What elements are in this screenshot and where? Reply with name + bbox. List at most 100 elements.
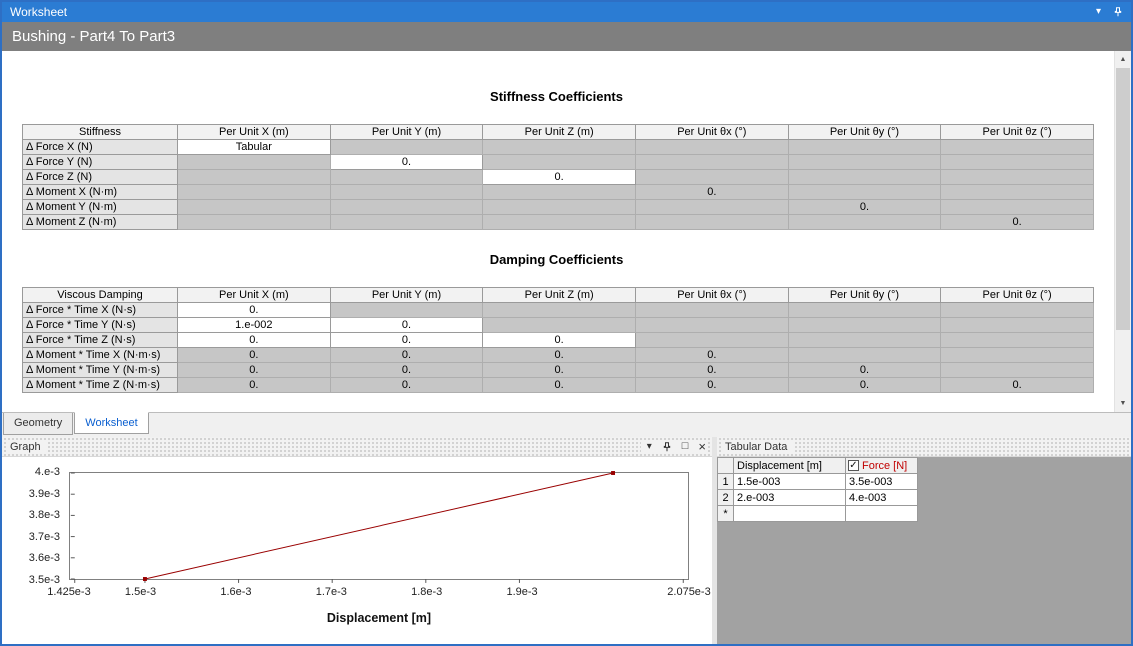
stiffness-table: StiffnessPer Unit X (m)Per Unit Y (m)Per… xyxy=(22,124,1094,230)
row-label: Δ Force * Time Z (N·s) xyxy=(23,333,178,348)
coeff-row: Δ Force * Time Z (N·s)0.0.0. xyxy=(23,333,1094,348)
force-displacement-chart: 4.e-33.9e-33.8e-33.7e-33.6e-33.5e-3 1.42… xyxy=(2,457,712,644)
scroll-down-button[interactable]: ▼ xyxy=(1115,395,1131,412)
coeff-cell-disabled xyxy=(330,140,483,155)
tabular-data-panel: Tabular Data Displacement [m] ✓ Force [N… xyxy=(717,437,1131,644)
window-position-menu-icon[interactable]: ▾ xyxy=(1096,7,1101,17)
tab-worksheet[interactable]: Worksheet xyxy=(74,412,148,434)
tabular-header-row: Displacement [m] ✓ Force [N] xyxy=(718,458,918,474)
force-checkbox[interactable]: ✓ xyxy=(848,460,859,471)
row-number[interactable]: * xyxy=(718,506,734,522)
graph-close-icon[interactable]: × xyxy=(698,440,706,453)
column-header: Per Unit X (m) xyxy=(178,288,331,303)
coeff-cell-disabled xyxy=(330,185,483,200)
coeff-cell-disabled xyxy=(635,170,788,185)
chart-line xyxy=(145,473,613,579)
column-header: Per Unit θz (°) xyxy=(941,125,1094,140)
coeff-cell-disabled: 0. xyxy=(788,200,941,215)
x-tick-label: 1.7e-3 xyxy=(316,586,347,598)
coeff-cell-disabled xyxy=(483,155,636,170)
auto-hide-pin-icon[interactable] xyxy=(1113,7,1123,17)
pin-icon xyxy=(1113,7,1123,17)
scrollbar-thumb[interactable] xyxy=(1116,68,1130,330)
column-header: Per Unit θy (°) xyxy=(788,125,941,140)
column-header-force[interactable]: ✓ Force [N] xyxy=(846,458,918,474)
coeff-cell-disabled xyxy=(178,185,331,200)
graph-plot-svg xyxy=(70,473,688,579)
graph-maximize-icon[interactable]: □ xyxy=(682,441,689,452)
vertical-scrollbar[interactable]: ▲ ▼ xyxy=(1114,51,1131,412)
coeff-cell-disabled xyxy=(483,200,636,215)
row-label: Δ Force Z (N) xyxy=(23,170,178,185)
data-cell[interactable]: 1.5e-003 xyxy=(734,474,846,490)
coeff-row: Δ Moment Y (N·m)0. xyxy=(23,200,1094,215)
graph-panel-title: Graph xyxy=(8,441,47,453)
coeff-cell-editable[interactable]: Tabular xyxy=(178,140,331,155)
scrollbar-track[interactable] xyxy=(1115,68,1131,395)
coeff-cell-disabled xyxy=(941,185,1094,200)
coeff-cell-disabled xyxy=(178,170,331,185)
coeff-cell-disabled: 0. xyxy=(330,378,483,393)
graph-menu-chevron-icon[interactable]: ▾ xyxy=(647,442,652,452)
y-tick-label: 3.9e-3 xyxy=(29,488,60,500)
coeff-cell-disabled xyxy=(635,318,788,333)
coeff-cell-disabled xyxy=(788,140,941,155)
coeff-cell-disabled xyxy=(330,303,483,318)
tab-geometry[interactable]: Geometry xyxy=(3,413,73,435)
coeff-cell-editable[interactable]: 0. xyxy=(483,170,636,185)
coeff-cell-editable[interactable]: 0. xyxy=(330,318,483,333)
scroll-up-button[interactable]: ▲ xyxy=(1115,51,1131,68)
coeff-cell-disabled: 0. xyxy=(178,348,331,363)
row-label: Δ Force * Time X (N·s) xyxy=(23,303,178,318)
graph-pin-icon[interactable] xyxy=(662,442,672,452)
bottom-dock-area: Graph ▾ □ × 4.e-33.9e-33.8e-33.7e-33.6e-… xyxy=(2,437,1131,644)
coeff-cell-disabled xyxy=(788,170,941,185)
coeff-cell-disabled xyxy=(178,155,331,170)
coeff-cell-editable[interactable]: 0. xyxy=(483,333,636,348)
graph-panel: Graph ▾ □ × 4.e-33.9e-33.8e-33.7e-33.6e-… xyxy=(2,437,712,644)
x-tick-label: 1.5e-3 xyxy=(125,586,156,598)
row-label: Δ Moment X (N·m) xyxy=(23,185,178,200)
data-cell[interactable]: 4.e-003 xyxy=(846,490,918,506)
data-cell[interactable]: 3.5e-003 xyxy=(846,474,918,490)
data-cell[interactable] xyxy=(734,506,846,522)
column-header: Per Unit θx (°) xyxy=(635,288,788,303)
coeff-cell-editable[interactable]: 0. xyxy=(330,333,483,348)
coeff-cell-disabled xyxy=(941,348,1094,363)
coeff-cell-disabled: 0. xyxy=(941,378,1094,393)
data-cell[interactable]: 2.e-003 xyxy=(734,490,846,506)
view-tabbar: Geometry Worksheet xyxy=(2,412,1131,437)
x-tick-label: 1.425e-3 xyxy=(47,586,90,598)
coeff-cell-disabled xyxy=(941,200,1094,215)
coeff-cell-disabled xyxy=(941,155,1094,170)
coeff-cell-disabled: 0. xyxy=(635,363,788,378)
row-number[interactable]: 2 xyxy=(718,490,734,506)
coeff-cell-disabled xyxy=(330,200,483,215)
coeff-cell-disabled xyxy=(788,348,941,363)
worksheet-window: Worksheet ▾ Bushing - Part4 To Part3 Sti… xyxy=(0,0,1133,646)
column-header: Per Unit Z (m) xyxy=(483,288,636,303)
coeff-cell-editable[interactable]: 0. xyxy=(178,303,331,318)
coeff-cell-editable[interactable]: 0. xyxy=(330,155,483,170)
corner-cell xyxy=(718,458,734,474)
coeff-cell-editable[interactable]: 1.e-002 xyxy=(178,318,331,333)
tabular-row: 11.5e-0033.5e-003 xyxy=(718,474,918,490)
x-tick-label: 1.8e-3 xyxy=(411,586,442,598)
row-number[interactable]: 1 xyxy=(718,474,734,490)
coeff-cell-disabled xyxy=(178,200,331,215)
worksheet-content-area: Stiffness Coefficients StiffnessPer Unit… xyxy=(2,51,1131,412)
tabular-row: * xyxy=(718,506,918,522)
coeff-row: Δ Moment * Time Y (N·m·s)0.0.0.0.0. xyxy=(23,363,1094,378)
plot-area xyxy=(69,472,689,580)
coeff-cell-disabled: 0. xyxy=(483,348,636,363)
data-cell[interactable] xyxy=(846,506,918,522)
row-label: Δ Force Y (N) xyxy=(23,155,178,170)
coeff-cell-disabled xyxy=(483,215,636,230)
coeff-cell-disabled xyxy=(941,363,1094,378)
coeff-cell-editable[interactable]: 0. xyxy=(178,333,331,348)
column-header-displacement[interactable]: Displacement [m] xyxy=(734,458,846,474)
coeff-cell-disabled: 0. xyxy=(330,363,483,378)
coeff-cell-disabled xyxy=(941,140,1094,155)
coeff-cell-disabled xyxy=(483,303,636,318)
coeff-cell-disabled xyxy=(178,215,331,230)
